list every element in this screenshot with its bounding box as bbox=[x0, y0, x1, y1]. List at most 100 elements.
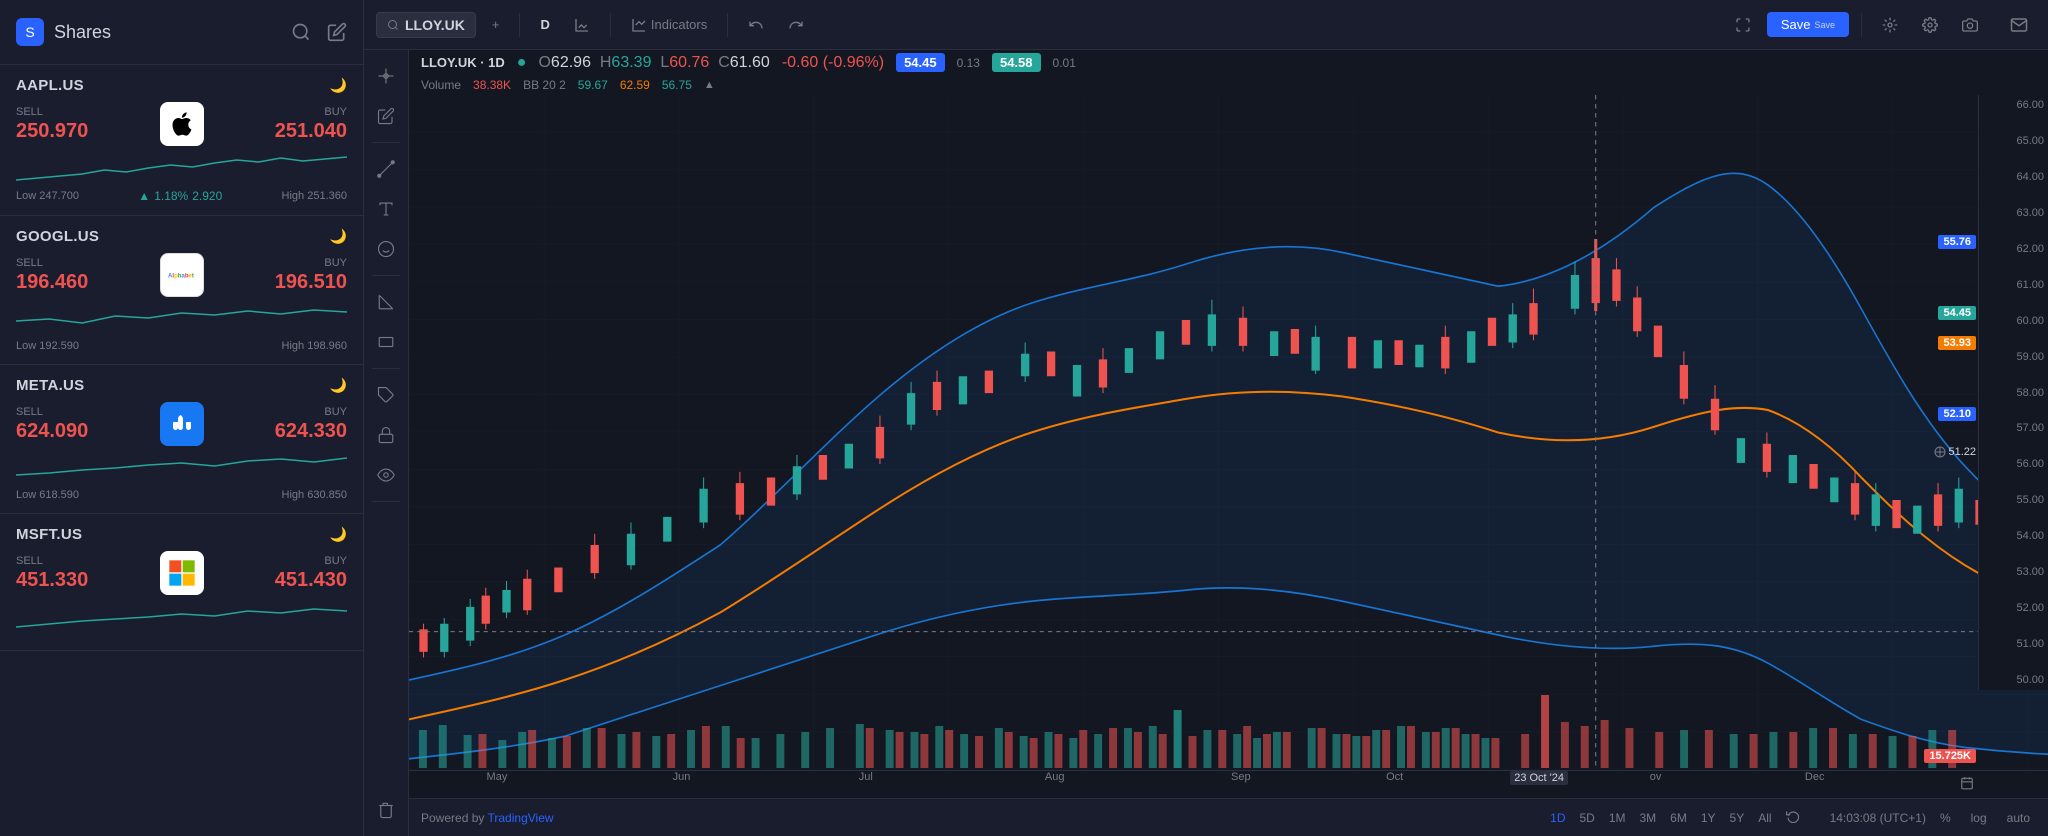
save-button[interactable]: Save Save bbox=[1767, 12, 1849, 37]
toolbar-sep-1 bbox=[519, 13, 520, 37]
svg-text:Alphabet: Alphabet bbox=[168, 273, 194, 279]
sidebar-title: Shares bbox=[54, 22, 111, 43]
stock-lowhigh-meta: Low 618.590 High 630.850 bbox=[16, 489, 347, 501]
screenshot-button[interactable] bbox=[1954, 13, 1986, 37]
tf-5d[interactable]: 5D bbox=[1573, 807, 1600, 828]
tf-6m[interactable]: 6M bbox=[1664, 807, 1693, 828]
moon-icon-meta: 🌙 bbox=[330, 377, 347, 394]
stock-item-meta[interactable]: META.US 🌙 SELL 624.090 BUY 624.330 bbox=[0, 365, 363, 514]
log-button[interactable]: log bbox=[1965, 809, 1993, 827]
replay-button[interactable] bbox=[1780, 807, 1806, 828]
x-axis: May Jun Jul Aug Sep Oct 23 Oct '24 ov De… bbox=[409, 770, 2048, 798]
stock-logo-aapl bbox=[160, 102, 204, 146]
tf-1y[interactable]: 1Y bbox=[1695, 807, 1722, 828]
stock-name-msft: MSFT.US bbox=[16, 526, 82, 543]
settings-button[interactable] bbox=[1914, 13, 1946, 37]
top-toolbar: LLOY.UK + D Indicators bbox=[364, 0, 2048, 50]
chart-type-button[interactable] bbox=[566, 13, 598, 37]
left-toolbar bbox=[364, 50, 409, 836]
price-tag-tool[interactable] bbox=[368, 377, 404, 413]
edit-button[interactable] bbox=[327, 22, 347, 42]
toolbar-sep-2 bbox=[610, 13, 611, 37]
symbol-text: LLOY.UK bbox=[405, 17, 465, 33]
tradingview-link[interactable]: TradingView bbox=[488, 811, 554, 825]
buy-label-aapl: BUY bbox=[324, 106, 347, 118]
collapse-button[interactable]: ▲ bbox=[704, 79, 715, 91]
stock-logo-meta bbox=[160, 402, 204, 446]
stock-list: AAPL.US 🌙 SELL 250.970 BUY 251.040 bbox=[0, 65, 363, 836]
sidebar: S Shares AAPL.US 🌙 SELL bbox=[0, 0, 364, 836]
toolbar-right: Save Save bbox=[1727, 12, 2036, 38]
time-display: 14:03:08 (UTC+1) bbox=[1830, 811, 1926, 825]
volume-label: Volume bbox=[421, 78, 461, 92]
sell-label-aapl: SELL bbox=[16, 106, 88, 118]
bb-val3: 56.75 bbox=[662, 78, 692, 92]
stock-name-meta: META.US bbox=[16, 377, 85, 394]
trendline-tool[interactable] bbox=[368, 151, 404, 187]
crosshair-tool[interactable] bbox=[368, 58, 404, 94]
watchlist-button[interactable] bbox=[1874, 13, 1906, 37]
tf-3m[interactable]: 3M bbox=[1634, 807, 1663, 828]
main-area: LLOY.UK + D Indicators bbox=[364, 0, 2048, 836]
stock-item-aapl[interactable]: AAPL.US 🌙 SELL 250.970 BUY 251.040 bbox=[0, 65, 363, 216]
auto-button[interactable]: auto bbox=[2001, 809, 2036, 827]
sidebar-header: S Shares bbox=[0, 0, 363, 65]
stock-item-msft[interactable]: MSFT.US 🌙 SELL 451.330 BUY bbox=[0, 514, 363, 651]
chart-main-wrapper: LLOY.UK · 1D ● O62.96 H63.39 L60.76 C61.… bbox=[364, 50, 2048, 836]
price-tag-1: 54.45 bbox=[896, 53, 945, 72]
redo-button[interactable] bbox=[780, 13, 812, 37]
bb-val1: 59.67 bbox=[578, 78, 608, 92]
stock-lowhigh-googl: Low 192.590 High 198.960 bbox=[16, 340, 347, 352]
percent-button[interactable]: % bbox=[1934, 809, 1957, 827]
chart-symbol-name: LLOY.UK · 1D bbox=[421, 55, 505, 70]
tf-1d[interactable]: 1D bbox=[1544, 807, 1571, 828]
stock-name-aapl: AAPL.US bbox=[16, 77, 84, 94]
undo-button[interactable] bbox=[740, 13, 772, 37]
chart-change: -0.60 (-0.96%) bbox=[782, 54, 884, 72]
stock-logo-msft bbox=[160, 551, 204, 595]
stock-item-googl[interactable]: GOOGL.US 🌙 SELL 196.460 Alphabet BUY bbox=[0, 216, 363, 365]
lock-tool[interactable] bbox=[368, 417, 404, 453]
toolbar-sep-3 bbox=[727, 13, 728, 37]
bb-val2: 62.59 bbox=[620, 78, 650, 92]
tf-5y[interactable]: 5Y bbox=[1724, 807, 1751, 828]
chart-area-wrapper[interactable]: 66.00 65.00 64.00 63.00 62.00 61.00 60.0… bbox=[409, 95, 2048, 770]
search-button[interactable] bbox=[291, 22, 311, 42]
calendar-icon[interactable] bbox=[1960, 776, 1974, 793]
measure-tool[interactable] bbox=[368, 324, 404, 360]
tf-all[interactable]: All bbox=[1752, 807, 1777, 828]
buy-price-aapl: 251.040 bbox=[275, 120, 347, 143]
sparkline-aapl bbox=[16, 150, 347, 185]
add-symbol-button[interactable]: + bbox=[484, 13, 508, 36]
stock-name-googl: GOOGL.US bbox=[16, 228, 99, 245]
price-scale: 66.00 65.00 64.00 63.00 62.00 61.00 60.0… bbox=[1978, 95, 2048, 690]
volume-value: 38.38K bbox=[473, 78, 511, 92]
price-tag-2: 54.58 bbox=[992, 53, 1041, 72]
fullscreen-button[interactable] bbox=[1727, 13, 1759, 37]
text-tool[interactable] bbox=[368, 191, 404, 227]
bb-label: BB 20 2 bbox=[523, 78, 566, 92]
symbol-selector[interactable]: LLOY.UK bbox=[376, 12, 476, 38]
eye-tool[interactable] bbox=[368, 457, 404, 493]
chart-content-area: LLOY.UK · 1D ● O62.96 H63.39 L60.76 C61.… bbox=[409, 50, 2048, 836]
moon-icon-msft: 🌙 bbox=[330, 526, 347, 543]
sparkline-meta bbox=[16, 450, 347, 485]
mail-button[interactable] bbox=[2002, 12, 2036, 38]
delete-tool[interactable] bbox=[368, 792, 404, 828]
emoji-tool[interactable] bbox=[368, 231, 404, 267]
tf-1m[interactable]: 1M bbox=[1603, 807, 1632, 828]
timeframe-buttons: 1D 5D 1M 3M 6M 1Y 5Y All bbox=[1544, 807, 1805, 828]
bottom-bar: Powered by TradingView 1D 5D 1M 3M 6M 1Y… bbox=[409, 798, 2048, 836]
sparkline-googl bbox=[16, 301, 347, 336]
pencil-tool[interactable] bbox=[368, 98, 404, 134]
sparkline-msft bbox=[16, 599, 347, 634]
chart-info-section: LLOY.UK · 1D ● O62.96 H63.39 L60.76 C61.… bbox=[409, 50, 2048, 95]
sell-price-aapl: 250.970 bbox=[16, 120, 88, 143]
fib-tool[interactable] bbox=[368, 284, 404, 320]
sidebar-actions bbox=[291, 22, 347, 42]
moon-icon-googl: 🌙 bbox=[330, 228, 347, 245]
period-selector[interactable]: D bbox=[532, 13, 557, 36]
app-icon: S bbox=[16, 18, 44, 46]
indicators-button[interactable]: Indicators bbox=[623, 13, 715, 37]
moon-icon-aapl: 🌙 bbox=[330, 77, 347, 94]
